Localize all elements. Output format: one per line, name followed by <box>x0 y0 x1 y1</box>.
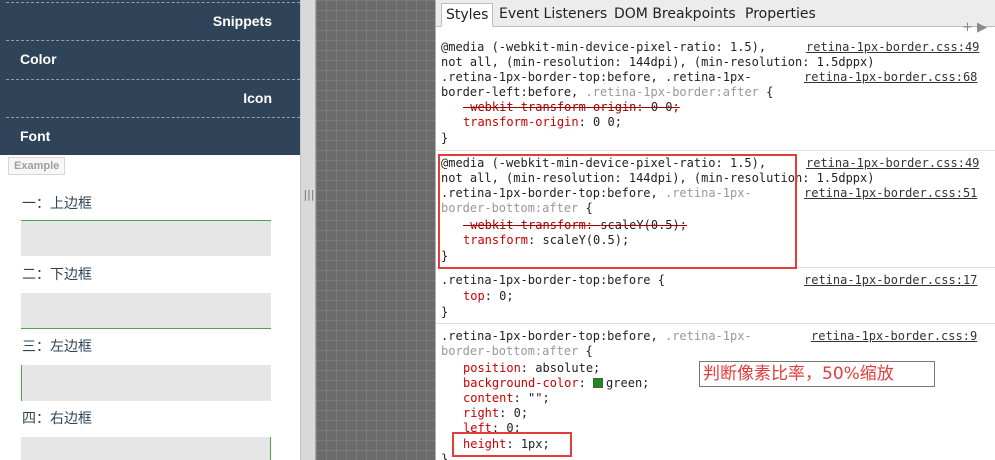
selector-part: border-left:before, <box>441 85 586 99</box>
brace-close: } <box>441 305 449 319</box>
demo-box-left-border <box>21 365 271 401</box>
snippet-nav: Snippets Color Icon Font <box>0 0 300 155</box>
source-link[interactable]: retina-1px-border.css:9 <box>811 329 977 344</box>
prop-name: position <box>463 361 521 375</box>
drag-handle-icon[interactable]: ||| <box>303 188 315 202</box>
prop-name: content <box>463 391 514 405</box>
pane-splitter[interactable]: ||| <box>300 0 316 460</box>
new-style-rule-icon[interactable]: + ▶ <box>962 20 987 35</box>
selector-cont: border-bottom:after { <box>441 344 593 359</box>
source-link[interactable]: retina-1px-border.css:51 <box>804 186 977 201</box>
source-link[interactable]: retina-1px-border.css:17 <box>804 273 977 288</box>
page-preview: Snippets Color Icon Font Example 一：上边框 二… <box>0 0 300 460</box>
declaration[interactable]: position: absolute; <box>463 361 600 376</box>
prop-value: green <box>606 376 643 390</box>
annotation-note: 判断像素比率，50%缩放 <box>699 361 935 387</box>
prop-value: absolute <box>535 361 594 375</box>
media-query-cont: not all, (min-resolution: 144dpi), (min-… <box>441 55 875 69</box>
sidebar-tabbar: Styles Event Listeners DOM Breakpoints P… <box>436 0 995 27</box>
highlight-box-height <box>452 432 572 457</box>
demo-label-bottom: 二：下边框 <box>22 266 92 282</box>
declaration[interactable]: background-color: green; <box>463 376 649 391</box>
brace-close: } <box>441 131 449 145</box>
declaration[interactable]: top: 0; <box>463 289 514 304</box>
demo-label-left: 三：左边框 <box>22 338 92 354</box>
selector-unmatched: .retina-1px-border:after <box>585 85 759 99</box>
highlight-box-media-rule <box>438 154 797 269</box>
selector-unmatched: border-bottom:after <box>441 344 579 358</box>
demo-box-top-border <box>21 220 271 256</box>
media-query: @media (-webkit-min-device-pixel-ratio: … <box>441 40 767 54</box>
brace-open: { <box>758 85 774 99</box>
selector-cont: border-left:before, .retina-1px-border:a… <box>441 85 773 100</box>
prop-value: 0 0 <box>650 100 673 114</box>
source-link[interactable]: retina-1px-border.css:68 <box>804 70 977 85</box>
demo-label-right: 四：右边框 <box>22 410 92 426</box>
tab-styles[interactable]: Styles <box>441 3 494 27</box>
declaration[interactable]: content: ""; <box>463 391 550 406</box>
prop-value: 0 <box>513 406 521 420</box>
tab-event-listeners[interactable]: Event Listeners <box>499 3 607 27</box>
declaration-overridden[interactable]: -webkit-transform-origin: 0 0; <box>463 100 680 115</box>
selector: .retina-1px-border-top:before, .retina-1… <box>441 70 752 84</box>
tab-properties[interactable]: Properties <box>745 3 816 27</box>
selector: .retina-1px-border-top:before, .retina-1… <box>441 329 752 344</box>
prop-name: top <box>463 289 485 303</box>
demo-label-top: 一：上边框 <box>22 195 92 211</box>
tab-dom-breakpoints[interactable]: DOM Breakpoints <box>614 3 736 27</box>
prop-value: "" <box>528 391 543 405</box>
style-rule-1: @media (-webkit-min-device-pixel-ratio: … <box>436 38 995 151</box>
brace-open: { <box>578 344 593 358</box>
selector: .retina-1px-border-top:before { <box>441 273 665 287</box>
demo-box-right-border <box>21 437 271 460</box>
prop-value: 0 0 <box>593 115 615 129</box>
device-grid-area <box>316 0 435 460</box>
brace-close: } <box>441 452 449 460</box>
prop-value: 0 <box>499 289 507 303</box>
selector-unmatched: .retina-1px- <box>664 329 752 343</box>
nav-item-snippets[interactable]: Snippets <box>6 2 300 40</box>
nav-item-font[interactable]: Font <box>6 117 300 155</box>
prop-name: background-color <box>463 376 579 390</box>
nav-item-icon[interactable]: Icon <box>6 79 300 117</box>
style-rule-3: .retina-1px-border-top:before { retina-1… <box>436 269 995 324</box>
example-tag: Example <box>8 157 66 175</box>
selector-part: .retina-1px-border-top:before, <box>441 329 665 343</box>
example-content: Example 一：上边框 二：下边框 三：左边框 四：右边框 <box>6 155 286 460</box>
color-swatch-icon[interactable] <box>593 378 604 388</box>
prop-name: right <box>463 406 500 420</box>
source-link[interactable]: retina-1px-border.css:49 <box>806 40 979 55</box>
declaration[interactable]: right: 0; <box>463 406 528 421</box>
demo-box-bottom-border <box>21 293 271 329</box>
declaration[interactable]: transform-origin: 0 0; <box>463 115 622 130</box>
nav-item-color[interactable]: Color <box>6 40 300 78</box>
devtools-sidebar: Styles Event Listeners DOM Breakpoints P… <box>435 0 995 460</box>
prop-name: transform-origin <box>463 115 579 129</box>
source-link[interactable]: retina-1px-border.css:49 <box>806 156 979 171</box>
prop-name: -webkit-transform-origin <box>463 100 637 114</box>
